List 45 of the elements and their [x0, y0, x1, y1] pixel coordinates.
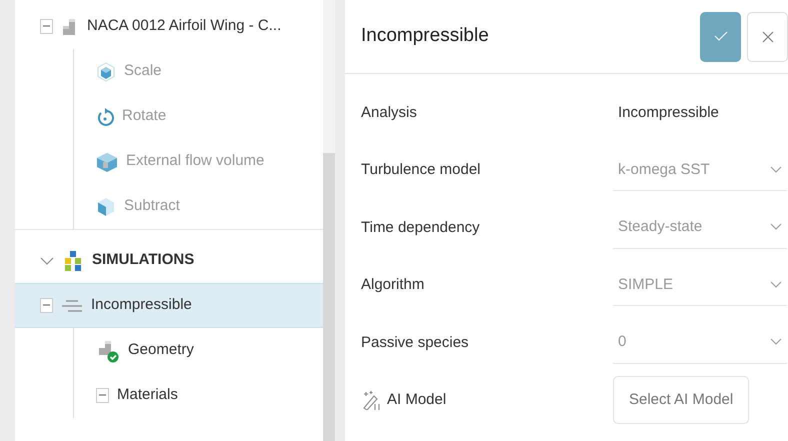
chevron-icon — [770, 338, 782, 346]
field-label: AI Model — [387, 390, 446, 410]
cube-icon — [96, 196, 116, 216]
select-field[interactable]: SIMPLE — [613, 264, 787, 306]
box-icon — [96, 152, 118, 172]
tree-label: Subtract — [124, 196, 180, 216]
tree-label: Scale — [124, 61, 162, 82]
chevron-icon — [40, 256, 54, 266]
chevron-icon — [770, 166, 782, 174]
chevron-icon — [770, 280, 782, 289]
select-field[interactable]: Steady-state — [613, 206, 787, 249]
tree-item[interactable]: SIMULATIONS — [15, 238, 323, 283]
lines-icon — [61, 298, 83, 314]
field-label: Time dependency — [361, 218, 480, 238]
expand-toggle[interactable] — [40, 19, 53, 34]
chevron-icon — [770, 223, 782, 232]
tree-item[interactable]: Materials — [74, 373, 323, 418]
select-ai-model-button[interactable]: Select AI Model — [613, 376, 750, 424]
tree-label: External flow volume — [126, 151, 264, 172]
cube-icon — [96, 62, 116, 82]
check-icon — [714, 31, 728, 42]
tree-label: SIMULATIONS — [92, 250, 194, 270]
tree-item[interactable]: Incompressible — [15, 283, 323, 328]
field-label: Passive species — [361, 332, 469, 352]
select-field[interactable]: k-omega SST — [613, 149, 787, 192]
close-icon — [762, 31, 774, 44]
expand-toggle[interactable] — [40, 298, 53, 313]
field-label: Algorithm — [361, 275, 424, 295]
expand-toggle[interactable] — [96, 388, 109, 403]
field-value: Incompressible — [617, 102, 719, 122]
cubes-icon — [62, 250, 84, 272]
tree-label: Materials — [117, 385, 178, 406]
tree-item[interactable]: NACA 0012 Airfoil Wing - C... — [15, 4, 323, 49]
block-check-icon — [96, 338, 120, 362]
tree-label: Incompressible — [91, 295, 192, 316]
tree-label: NACA 0012 Airfoil Wing - C... — [87, 16, 282, 36]
tree-label: Geometry — [128, 340, 194, 360]
scrollbar-thumb[interactable] — [323, 153, 335, 441]
select-field[interactable]: 0 — [613, 322, 787, 364]
rotate-icon — [96, 106, 114, 126]
panel-title: Incompressible — [361, 25, 490, 48]
field-label: Analysis — [361, 102, 417, 122]
tree-label: Rotate — [122, 106, 166, 126]
tree-item[interactable]: Geometry — [74, 328, 323, 373]
field-label: Turbulence model — [361, 160, 481, 180]
